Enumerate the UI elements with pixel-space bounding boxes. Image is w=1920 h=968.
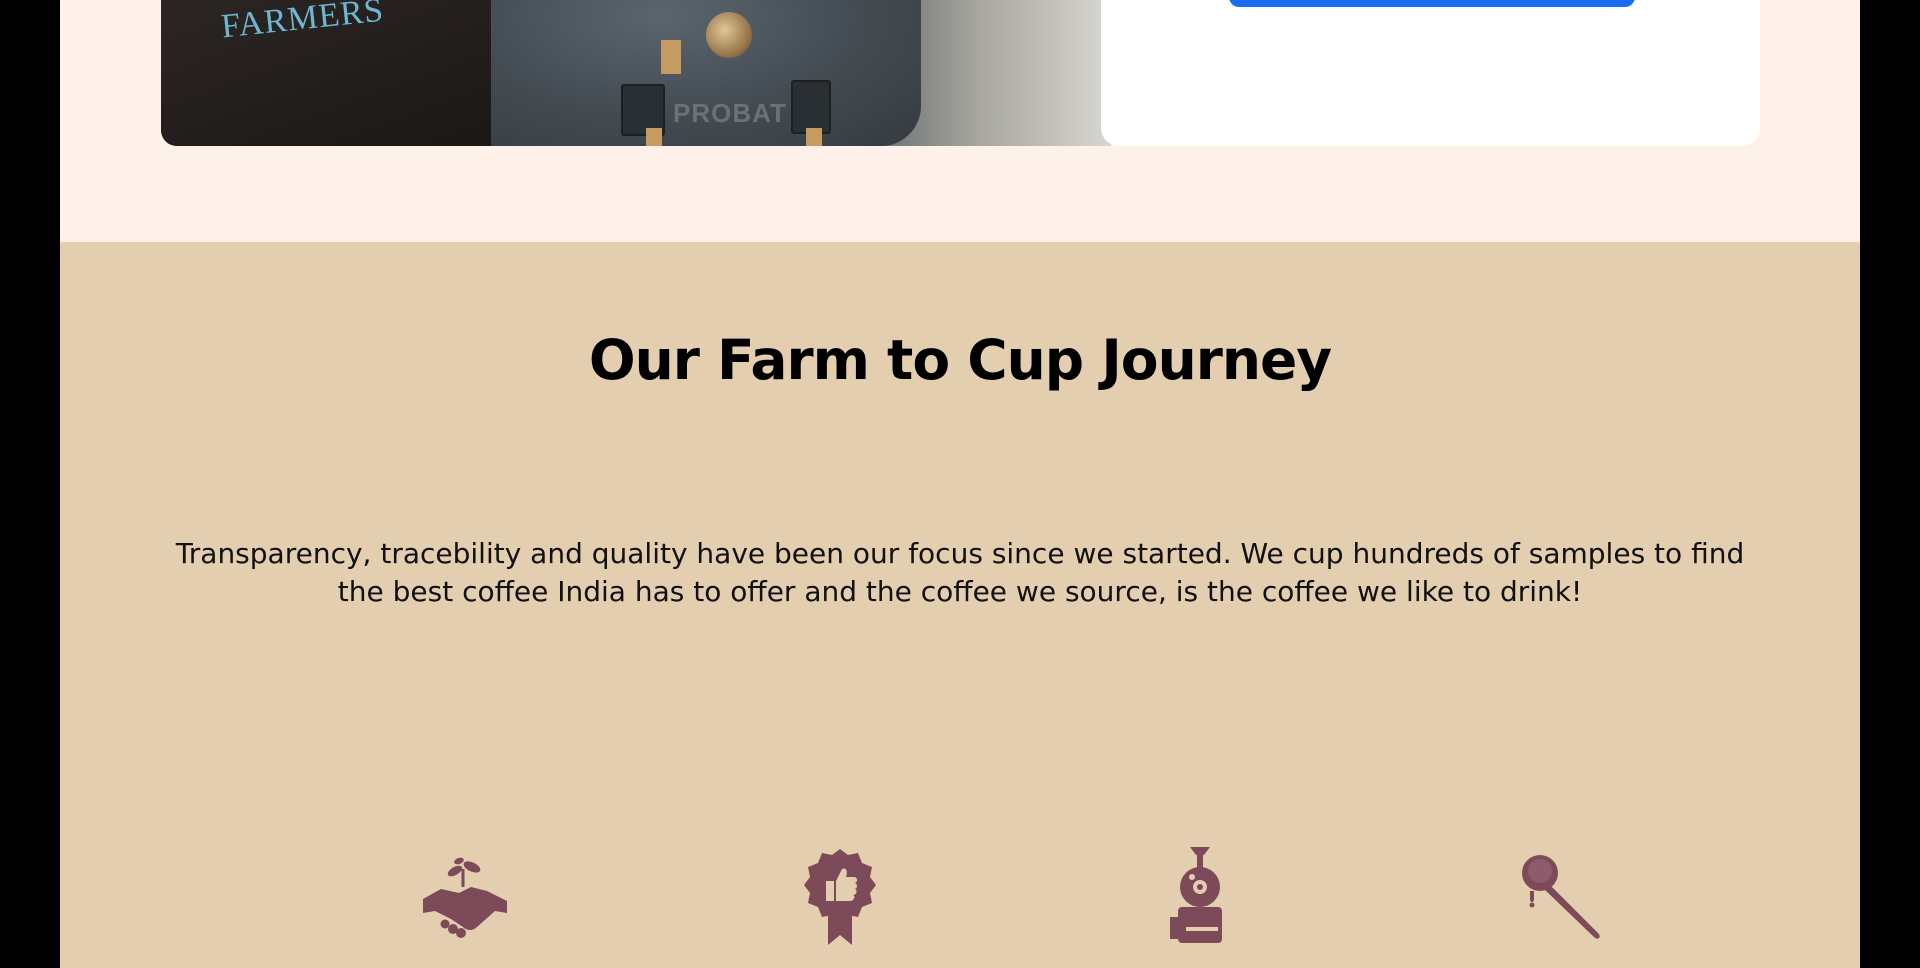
roaster-handle [661,40,681,74]
hero-section: FARMERS PROBAT [60,0,1860,242]
person-shirt: FARMERS [161,0,501,146]
quality-badge-icon [804,849,876,945]
roaster-machine: PROBAT [491,0,921,146]
roaster-handle [806,128,822,146]
journey-description: Transparency, tracebility and quality ha… [175,537,1745,608]
form-card [1101,0,1760,146]
espresso-portafilter-icon [1522,855,1600,939]
handshake-sprout-icon [423,857,507,938]
submit-button[interactable] [1229,0,1635,7]
page: FARMERS PROBAT Our Farm to Cup Journey T… [60,0,1860,968]
journey-title: Our Farm to Cup Journey [588,328,1332,392]
journey-section: Our Farm to Cup Journey Transparency, tr… [60,242,1860,968]
shirt-print-text: FARMERS [219,0,386,46]
roaster-knob [706,12,752,58]
roaster-handle [646,128,662,146]
coffee-roaster-icon [1170,847,1222,943]
roaster-brand-label: PROBAT [673,98,787,128]
roaster-panel [791,80,831,134]
roastery-photo: FARMERS PROBAT [161,0,1111,146]
